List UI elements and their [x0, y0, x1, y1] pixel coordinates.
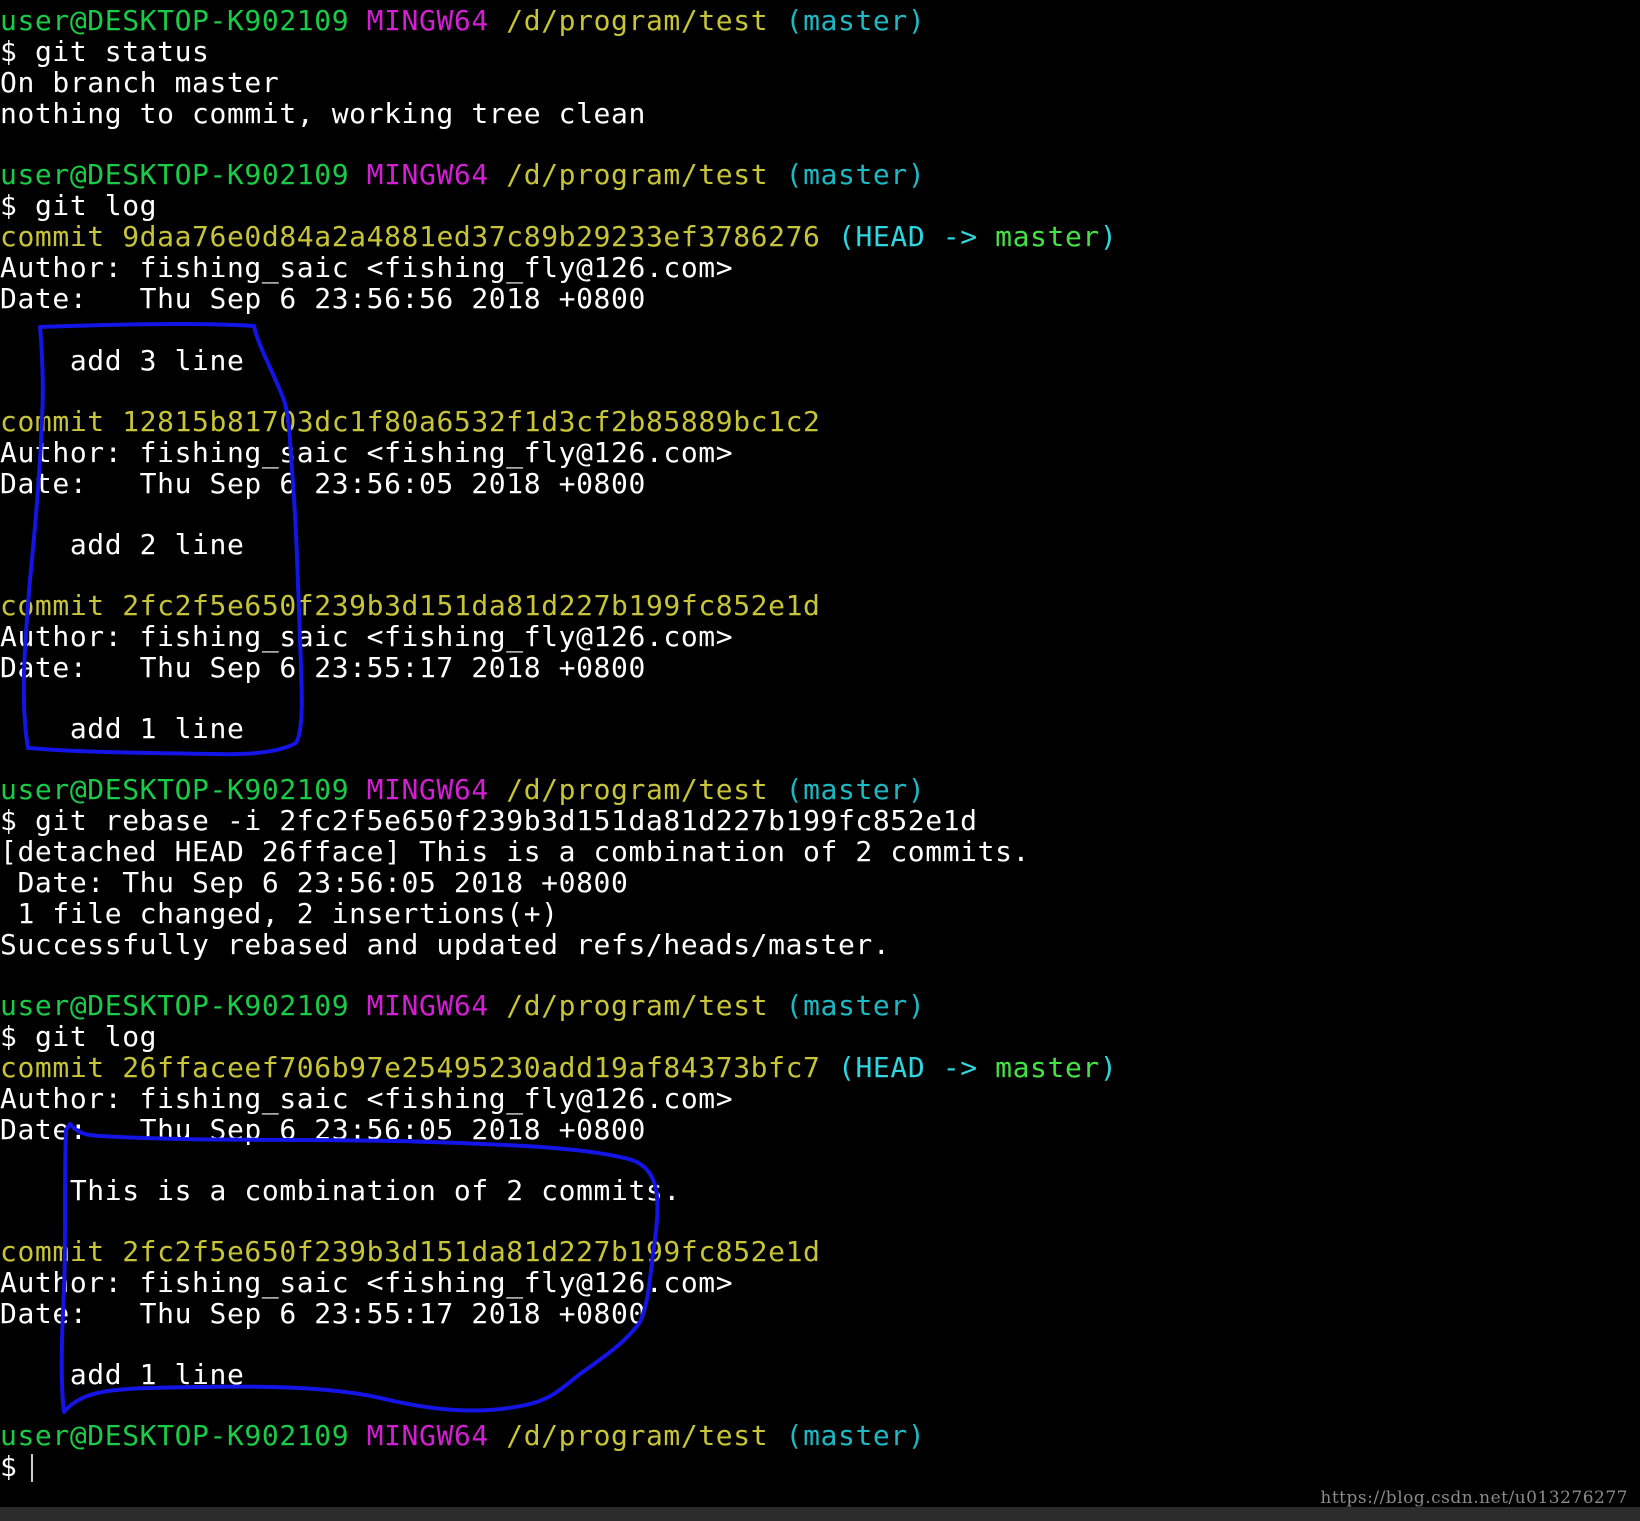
- commit-message: add 2 line: [0, 528, 245, 561]
- ref-paren-close: ): [1099, 1051, 1118, 1084]
- commit-author: Author: fishing_saic <fishing_fly@126.co…: [0, 251, 734, 284]
- ref-head: HEAD ->: [855, 1051, 978, 1084]
- commit-line: commit 26ffaceef706b97e25495230add19af84…: [0, 1052, 1117, 1083]
- output-line: [detached HEAD 26fface] This is a combin…: [0, 835, 1030, 868]
- prompt-branch: (master): [785, 1419, 926, 1452]
- watermark: https://blog.csdn.net/u013276277: [1320, 1488, 1628, 1508]
- ref-paren-open: (: [837, 1051, 856, 1084]
- prompt-user-host: user@DESKTOP-K902109: [0, 4, 350, 37]
- commit-label: commit: [0, 405, 105, 438]
- prompt-path: /d/program/test: [506, 773, 769, 806]
- commit-date: Date: Thu Sep 6 23:56:05 2018 +0800: [0, 1113, 646, 1146]
- commit-hash: 9daa76e0d84a2a4881ed37c89b29233ef3786276: [122, 220, 821, 253]
- ref-paren-open: (: [837, 220, 856, 253]
- commit-date: Date: Thu Sep 6 23:56:05 2018 +0800: [0, 467, 646, 500]
- prompt-line: user@DESKTOP-K902109 MINGW64 /d/program/…: [0, 774, 925, 805]
- commit-line: commit 2fc2f5e650f239b3d151da81d227b199f…: [0, 1236, 821, 1267]
- commit-label: commit: [0, 1051, 105, 1084]
- prompt-system: MINGW64: [366, 1419, 489, 1452]
- command-line: $ git rebase -i 2fc2f5e650f239b3d151da81…: [0, 805, 978, 836]
- ref-branch: master: [995, 1051, 1100, 1084]
- command-text: git status: [34, 35, 210, 68]
- prompt-symbol: $: [0, 1020, 18, 1053]
- bottom-strip: [0, 1507, 1640, 1521]
- output-line: 1 file changed, 2 insertions(+): [0, 897, 559, 930]
- prompt-branch: (master): [785, 989, 926, 1022]
- prompt-path: /d/program/test: [506, 4, 769, 37]
- prompt-system: MINGW64: [366, 989, 489, 1022]
- ref-head: HEAD ->: [855, 220, 978, 253]
- prompt-user-host: user@DESKTOP-K902109: [0, 158, 350, 191]
- output-line: Successfully rebased and updated refs/he…: [0, 928, 891, 961]
- commit-hash: 26ffaceef706b97e25495230add19af84373bfc7: [122, 1051, 821, 1084]
- command-line: $ git status: [0, 36, 210, 67]
- commit-label: commit: [0, 1235, 105, 1268]
- commit-author: Author: fishing_saic <fishing_fly@126.co…: [0, 1082, 734, 1115]
- prompt-path: /d/program/test: [506, 158, 769, 191]
- commit-message: add 3 line: [0, 344, 245, 377]
- prompt-symbol: $: [0, 1450, 18, 1483]
- prompt-line: user@DESKTOP-K902109 MINGW64 /d/program/…: [0, 990, 925, 1021]
- prompt-symbol: $: [0, 804, 18, 837]
- commit-message: add 1 line: [0, 712, 245, 745]
- prompt-line: user@DESKTOP-K902109 MINGW64 /d/program/…: [0, 5, 925, 36]
- command-line: $ git log: [0, 1021, 157, 1052]
- commit-label: commit: [0, 589, 105, 622]
- commit-hash: 12815b81703dc1f80a6532f1d3cf2b85889bc1c2: [122, 405, 821, 438]
- commit-line: commit 2fc2f5e650f239b3d151da81d227b199f…: [0, 590, 821, 621]
- prompt-system: MINGW64: [366, 773, 489, 806]
- commit-date: Date: Thu Sep 6 23:55:17 2018 +0800: [0, 651, 646, 684]
- commit-line: commit 12815b81703dc1f80a6532f1d3cf2b858…: [0, 406, 821, 437]
- output-line: nothing to commit, working tree clean: [0, 97, 646, 130]
- prompt-user-host: user@DESKTOP-K902109: [0, 989, 350, 1022]
- prompt-branch: (master): [785, 4, 926, 37]
- prompt-user-host: user@DESKTOP-K902109: [0, 1419, 350, 1452]
- commit-author: Author: fishing_saic <fishing_fly@126.co…: [0, 436, 734, 469]
- terminal-window[interactable]: user@DESKTOP-K902109 MINGW64 /d/program/…: [0, 0, 1640, 1508]
- commit-author: Author: fishing_saic <fishing_fly@126.co…: [0, 620, 734, 653]
- prompt-path: /d/program/test: [506, 989, 769, 1022]
- ref-paren-close: ): [1099, 220, 1118, 253]
- prompt-line: user@DESKTOP-K902109 MINGW64 /d/program/…: [0, 1420, 925, 1451]
- output-line: On branch master: [0, 66, 280, 99]
- command-text: git rebase -i 2fc2f5e650f239b3d151da81d2…: [34, 804, 978, 837]
- prompt-path: /d/program/test: [506, 1419, 769, 1452]
- commit-hash: 2fc2f5e650f239b3d151da81d227b199fc852e1d: [122, 1235, 821, 1268]
- prompt-user-host: user@DESKTOP-K902109: [0, 773, 350, 806]
- commit-label: commit: [0, 220, 105, 253]
- prompt-branch: (master): [785, 158, 926, 191]
- input-line[interactable]: $: [0, 1450, 34, 1483]
- prompt-line: user@DESKTOP-K902109 MINGW64 /d/program/…: [0, 159, 925, 190]
- command-text: git log: [34, 1020, 158, 1053]
- commit-date: Date: Thu Sep 6 23:56:56 2018 +0800: [0, 282, 646, 315]
- prompt-symbol: $: [0, 35, 18, 68]
- commit-line: commit 9daa76e0d84a2a4881ed37c89b29233ef…: [0, 221, 1117, 252]
- commit-message: This is a combination of 2 commits.: [0, 1174, 681, 1207]
- prompt-system: MINGW64: [366, 4, 489, 37]
- commit-hash: 2fc2f5e650f239b3d151da81d227b199fc852e1d: [122, 589, 821, 622]
- ref-branch: master: [995, 220, 1100, 253]
- command-line: $ git log: [0, 190, 157, 221]
- commit-message: add 1 line: [0, 1358, 245, 1391]
- commit-date: Date: Thu Sep 6 23:55:17 2018 +0800: [0, 1297, 646, 1330]
- text-cursor[interactable]: [31, 1454, 34, 1482]
- output-line: Date: Thu Sep 6 23:56:05 2018 +0800: [0, 866, 629, 899]
- prompt-symbol: $: [0, 189, 18, 222]
- prompt-branch: (master): [785, 773, 926, 806]
- command-text: git log: [34, 189, 158, 222]
- prompt-system: MINGW64: [366, 158, 489, 191]
- commit-author: Author: fishing_saic <fishing_fly@126.co…: [0, 1266, 734, 1299]
